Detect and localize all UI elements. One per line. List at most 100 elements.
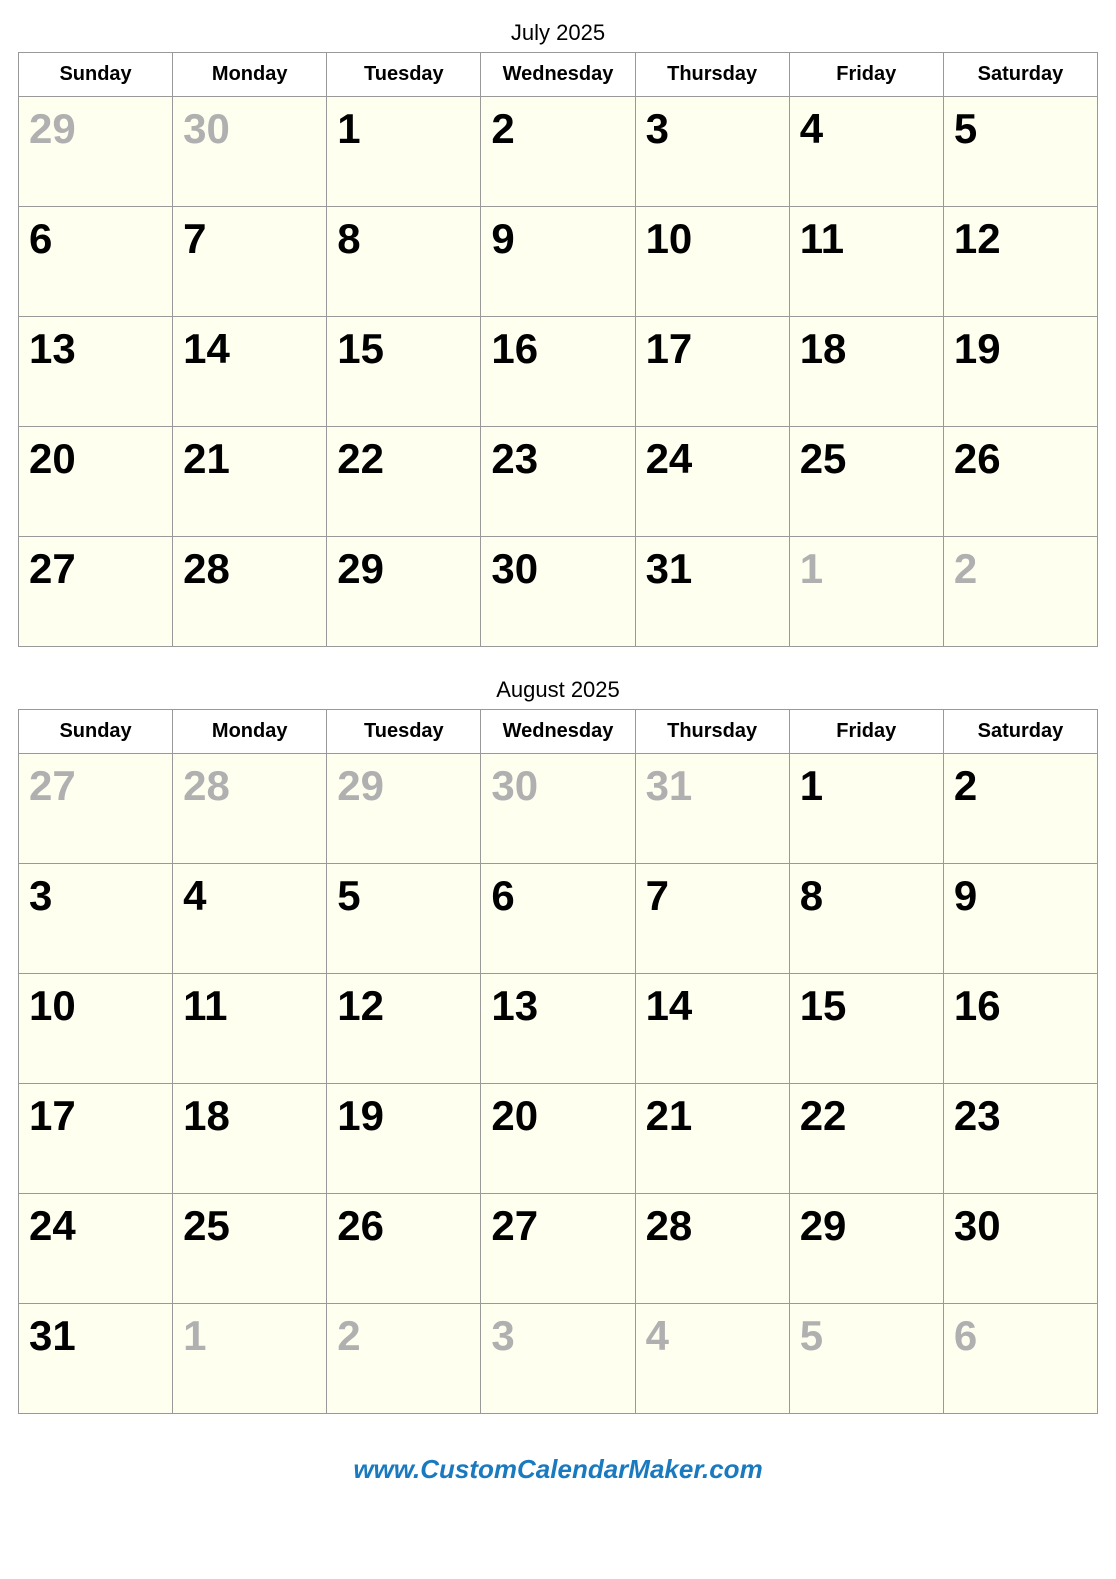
calendar-day: 23 bbox=[481, 427, 635, 537]
week-row: 6789101112 bbox=[19, 207, 1098, 317]
calendar-day: 26 bbox=[943, 427, 1097, 537]
week-row: 272829303112 bbox=[19, 754, 1098, 864]
calendar-day: 24 bbox=[635, 427, 789, 537]
calendar-day: 13 bbox=[481, 974, 635, 1084]
calendar-day: 2 bbox=[327, 1304, 481, 1414]
august-body: 2728293031123456789101112131415161718192… bbox=[19, 754, 1098, 1414]
calendar-day: 27 bbox=[19, 754, 173, 864]
calendar-day: 15 bbox=[327, 317, 481, 427]
calendar-day: 14 bbox=[173, 317, 327, 427]
week-row: 3456789 bbox=[19, 864, 1098, 974]
calendar-day: 20 bbox=[481, 1084, 635, 1194]
calendar-day: 5 bbox=[789, 1304, 943, 1414]
august-header: SundayMondayTuesdayWednesdayThursdayFrid… bbox=[19, 710, 1098, 754]
calendar-day: 1 bbox=[789, 754, 943, 864]
calendar-day: 10 bbox=[635, 207, 789, 317]
calendar-day: 11 bbox=[173, 974, 327, 1084]
website-link[interactable]: www.CustomCalendarMaker.com bbox=[353, 1454, 762, 1485]
calendar-day: 30 bbox=[481, 537, 635, 647]
calendar-day: 31 bbox=[635, 754, 789, 864]
calendar-day: 6 bbox=[19, 207, 173, 317]
august-title: August 2025 bbox=[18, 677, 1098, 703]
col-header-monday: Monday bbox=[173, 710, 327, 754]
calendar-day: 3 bbox=[19, 864, 173, 974]
july-header: SundayMondayTuesdayWednesdayThursdayFrid… bbox=[19, 53, 1098, 97]
calendar-day: 15 bbox=[789, 974, 943, 1084]
calendar-day: 20 bbox=[19, 427, 173, 537]
week-row: 272829303112 bbox=[19, 537, 1098, 647]
calendar-day: 7 bbox=[635, 864, 789, 974]
calendar-day: 6 bbox=[943, 1304, 1097, 1414]
col-header-friday: Friday bbox=[789, 710, 943, 754]
calendar-day: 5 bbox=[943, 97, 1097, 207]
calendar-day: 1 bbox=[173, 1304, 327, 1414]
week-row: 13141516171819 bbox=[19, 317, 1098, 427]
col-header-wednesday: Wednesday bbox=[481, 710, 635, 754]
calendar-day: 28 bbox=[173, 754, 327, 864]
col-header-tuesday: Tuesday bbox=[327, 53, 481, 97]
col-header-thursday: Thursday bbox=[635, 53, 789, 97]
col-header-friday: Friday bbox=[789, 53, 943, 97]
calendar-day: 28 bbox=[173, 537, 327, 647]
calendar-day: 8 bbox=[789, 864, 943, 974]
week-row: 10111213141516 bbox=[19, 974, 1098, 1084]
col-header-sunday: Sunday bbox=[19, 53, 173, 97]
calendar-day: 1 bbox=[789, 537, 943, 647]
calendar-day: 14 bbox=[635, 974, 789, 1084]
col-header-wednesday: Wednesday bbox=[481, 53, 635, 97]
calendar-day: 17 bbox=[19, 1084, 173, 1194]
calendar-day: 25 bbox=[173, 1194, 327, 1304]
july-body: 2930123456789101112131415161718192021222… bbox=[19, 97, 1098, 647]
calendar-day: 17 bbox=[635, 317, 789, 427]
col-header-thursday: Thursday bbox=[635, 710, 789, 754]
july-title: July 2025 bbox=[18, 20, 1098, 46]
august-table: SundayMondayTuesdayWednesdayThursdayFrid… bbox=[18, 709, 1098, 1414]
calendar-day: 21 bbox=[635, 1084, 789, 1194]
calendar-day: 16 bbox=[481, 317, 635, 427]
col-header-saturday: Saturday bbox=[943, 53, 1097, 97]
col-header-saturday: Saturday bbox=[943, 710, 1097, 754]
calendar-day: 21 bbox=[173, 427, 327, 537]
calendar-day: 31 bbox=[635, 537, 789, 647]
calendar-day: 1 bbox=[327, 97, 481, 207]
week-row: 31123456 bbox=[19, 1304, 1098, 1414]
week-row: 20212223242526 bbox=[19, 427, 1098, 537]
col-header-monday: Monday bbox=[173, 53, 327, 97]
calendar-day: 16 bbox=[943, 974, 1097, 1084]
calendar-day: 12 bbox=[943, 207, 1097, 317]
calendar-day: 12 bbox=[327, 974, 481, 1084]
calendar-day: 13 bbox=[19, 317, 173, 427]
calendar-day: 25 bbox=[789, 427, 943, 537]
calendar-day: 23 bbox=[943, 1084, 1097, 1194]
calendar-day: 18 bbox=[789, 317, 943, 427]
august-calendar: August 2025 SundayMondayTuesdayWednesday… bbox=[18, 677, 1098, 1414]
col-header-tuesday: Tuesday bbox=[327, 710, 481, 754]
calendar-day: 22 bbox=[789, 1084, 943, 1194]
calendar-day: 11 bbox=[789, 207, 943, 317]
week-row: 293012345 bbox=[19, 97, 1098, 207]
calendar-day: 19 bbox=[327, 1084, 481, 1194]
calendar-day: 2 bbox=[943, 537, 1097, 647]
col-header-sunday: Sunday bbox=[19, 710, 173, 754]
calendar-day: 18 bbox=[173, 1084, 327, 1194]
calendar-day: 27 bbox=[481, 1194, 635, 1304]
calendar-day: 2 bbox=[943, 754, 1097, 864]
calendar-day: 29 bbox=[327, 537, 481, 647]
calendar-day: 24 bbox=[19, 1194, 173, 1304]
calendar-day: 3 bbox=[635, 97, 789, 207]
calendar-day: 5 bbox=[327, 864, 481, 974]
week-row: 24252627282930 bbox=[19, 1194, 1098, 1304]
calendar-day: 27 bbox=[19, 537, 173, 647]
calendar-day: 4 bbox=[789, 97, 943, 207]
calendar-day: 7 bbox=[173, 207, 327, 317]
calendar-day: 6 bbox=[481, 864, 635, 974]
calendar-day: 30 bbox=[481, 754, 635, 864]
calendar-day: 31 bbox=[19, 1304, 173, 1414]
calendar-day: 30 bbox=[173, 97, 327, 207]
calendar-day: 2 bbox=[481, 97, 635, 207]
calendar-day: 30 bbox=[943, 1194, 1097, 1304]
calendar-day: 8 bbox=[327, 207, 481, 317]
calendar-day: 9 bbox=[481, 207, 635, 317]
calendar-day: 19 bbox=[943, 317, 1097, 427]
calendar-day: 10 bbox=[19, 974, 173, 1084]
